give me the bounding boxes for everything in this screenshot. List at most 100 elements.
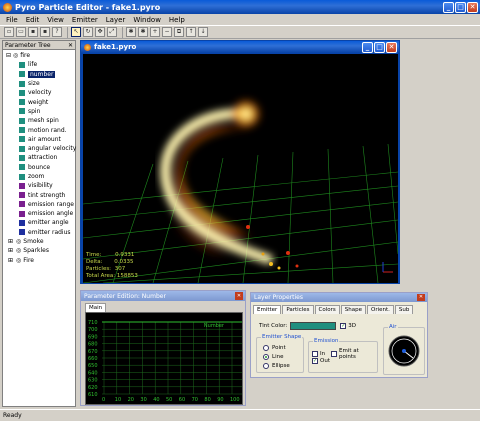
tree-param-tint-strength[interactable]: tint strength bbox=[19, 190, 75, 199]
tree-param-number[interactable]: number bbox=[19, 70, 75, 79]
close-icon[interactable]: ✕ bbox=[68, 42, 73, 49]
tree-group-label: Fire bbox=[23, 256, 34, 264]
tab-orient[interactable]: Orient. bbox=[366, 305, 394, 314]
menu-file[interactable]: File bbox=[6, 16, 18, 24]
tree-param-motion-rand[interactable]: motion rand. bbox=[19, 125, 75, 134]
tree-param-attraction[interactable]: attraction bbox=[19, 153, 75, 162]
menu-edit[interactable]: Edit bbox=[26, 16, 40, 24]
tree-param-size[interactable]: size bbox=[19, 79, 75, 88]
new-icon[interactable]: ▫ bbox=[4, 27, 14, 37]
viewport-canvas[interactable] bbox=[83, 54, 398, 283]
emission-group: Emission In Emit at points ✓ Out bbox=[308, 338, 378, 373]
open-icon[interactable]: ▭ bbox=[16, 27, 26, 37]
emission-out-checkbox[interactable]: ✓ bbox=[312, 358, 318, 364]
particle-viewport[interactable]: Time: 0.9331 Delta: 0.0335 Particles: 30… bbox=[83, 54, 398, 283]
curve-graph[interactable]: 710 700 690 680 670 660 650 640 630 620 610 0 10 20 3… bbox=[85, 312, 243, 405]
tree-param-velocity[interactable]: velocity bbox=[19, 88, 75, 97]
close-button[interactable]: ✕ bbox=[386, 41, 397, 53]
tree-param-life[interactable]: life bbox=[19, 60, 75, 69]
help-icon[interactable]: ? bbox=[52, 27, 62, 37]
param-color-icon bbox=[19, 89, 25, 96]
tree-root-fire[interactable]: ⊟ ◎ fire bbox=[6, 51, 75, 60]
tree-group-smoke[interactable]: ⊞ ◎ Smoke bbox=[8, 237, 75, 246]
tab-particles[interactable]: Particles bbox=[282, 305, 314, 314]
tab-colors[interactable]: Colors bbox=[314, 305, 340, 314]
tint-color-swatch[interactable] bbox=[290, 322, 337, 330]
stat-particles-label: Particles: bbox=[86, 266, 112, 272]
close-icon[interactable]: ✕ bbox=[417, 294, 425, 301]
param-color-icon bbox=[19, 127, 25, 134]
menu-layer[interactable]: Layer bbox=[106, 16, 126, 24]
save-all-icon[interactable]: ▪ bbox=[40, 27, 50, 37]
y-tick-label: 640 bbox=[88, 370, 98, 376]
shape-point-radio[interactable]: Point bbox=[263, 343, 303, 352]
close-icon[interactable]: ✕ bbox=[235, 292, 243, 300]
curve-canvas[interactable]: 710700690 680670660650640 630620610 0 10 20 3… bbox=[86, 313, 242, 404]
emit-at-points-checkbox[interactable] bbox=[331, 351, 338, 357]
app-title: Pyro Particle Editor - fake1.pyro bbox=[15, 2, 161, 12]
remove-emitter-icon[interactable]: ✱ bbox=[138, 27, 148, 37]
param-color-icon bbox=[19, 117, 25, 124]
3d-checkbox[interactable]: ✓ bbox=[340, 323, 347, 329]
maximize-button[interactable]: □ bbox=[374, 41, 385, 53]
save-icon[interactable]: ▪ bbox=[28, 27, 38, 37]
tree-param-label: zoom bbox=[28, 173, 45, 180]
tree-param-label: visibility bbox=[28, 182, 53, 190]
tree-param-zoom[interactable]: zoom bbox=[19, 172, 75, 181]
shape-line-radio[interactable]: Line bbox=[263, 352, 303, 361]
minimize-button[interactable]: _ bbox=[362, 41, 373, 53]
x-tick-label: 100 bbox=[230, 397, 240, 403]
duplicate-icon[interactable]: ⧉ bbox=[174, 27, 184, 37]
shape-ellipse-radio[interactable]: Ellipse bbox=[263, 361, 303, 370]
menu-view[interactable]: View bbox=[47, 16, 64, 24]
menu-help[interactable]: Help bbox=[169, 16, 185, 24]
tree-param-label: motion rand. bbox=[28, 126, 67, 134]
tree-param-angular-velocity[interactable]: angular velocity bbox=[19, 144, 76, 153]
move-down-icon[interactable]: ↓ bbox=[198, 27, 208, 37]
tree-group-fire[interactable]: ⊞ ◎ Fire bbox=[8, 256, 75, 265]
tab-shape[interactable]: Shape bbox=[340, 305, 366, 314]
collapse-icon[interactable]: ⊟ bbox=[6, 52, 11, 59]
remove-layer-icon[interactable]: − bbox=[162, 27, 172, 37]
add-layer-icon[interactable]: + bbox=[150, 27, 160, 37]
tree-param-air-amount[interactable]: air amount bbox=[19, 135, 75, 144]
rotate-tool-icon[interactable]: ↻ bbox=[83, 27, 93, 37]
tree-param-label: life bbox=[28, 61, 38, 69]
expand-icon[interactable]: ⊞ bbox=[8, 247, 13, 254]
select-tool-icon[interactable]: ↖ bbox=[71, 27, 81, 37]
viewport-window: fake1.pyro _ □ ✕ Time: 0.9331 Delta: 0.0… bbox=[80, 40, 400, 284]
tree-param-label: emitter angle bbox=[28, 219, 69, 227]
tab-sub[interactable]: Sub bbox=[394, 305, 414, 314]
tree-param-emitter-angle[interactable]: emitter angle bbox=[19, 218, 75, 227]
air-direction-dial[interactable] bbox=[384, 330, 424, 374]
app-icon bbox=[3, 2, 12, 12]
tree-param-emitter-radius[interactable]: emitter radius bbox=[19, 228, 75, 237]
param-color-icon bbox=[19, 145, 25, 152]
scale-tool-icon[interactable]: ⤢ bbox=[107, 27, 117, 37]
tree-param-mesh-spin[interactable]: mesh spin bbox=[19, 116, 75, 125]
menu-window[interactable]: Window bbox=[133, 16, 161, 24]
tree-param-visibility[interactable]: visibility bbox=[19, 181, 75, 190]
y-tick-label: 610 bbox=[88, 392, 98, 398]
minimize-button[interactable]: _ bbox=[443, 1, 454, 13]
tab-main[interactable]: Main bbox=[85, 303, 107, 312]
expand-icon[interactable]: ⊞ bbox=[8, 257, 13, 264]
move-tool-icon[interactable]: ✥ bbox=[95, 27, 105, 37]
maximize-button[interactable]: □ bbox=[455, 1, 466, 13]
move-up-icon[interactable]: ↑ bbox=[186, 27, 196, 37]
add-emitter-icon[interactable]: ✱ bbox=[126, 27, 136, 37]
tree-group-sparkles[interactable]: ⊞ ◎ Sparkles bbox=[8, 246, 75, 255]
tree-param-bounce[interactable]: bounce bbox=[19, 163, 75, 172]
tree-param-weight[interactable]: weight bbox=[19, 97, 75, 106]
x-tick-label: 70 bbox=[192, 397, 198, 403]
tab-emitter[interactable]: Emitter bbox=[253, 305, 282, 314]
tree-param-emission-angle[interactable]: emission angle bbox=[19, 209, 75, 218]
menu-emitter[interactable]: Emitter bbox=[72, 16, 98, 24]
tree-param-emission-range[interactable]: emission range bbox=[19, 200, 75, 209]
close-button[interactable]: ✕ bbox=[467, 1, 478, 13]
expand-icon[interactable]: ⊞ bbox=[8, 238, 13, 245]
tree-param-spin[interactable]: spin bbox=[19, 107, 75, 116]
tree-param-label: spin bbox=[28, 107, 41, 115]
emission-in-checkbox[interactable] bbox=[312, 351, 318, 357]
param-color-icon bbox=[19, 108, 25, 115]
